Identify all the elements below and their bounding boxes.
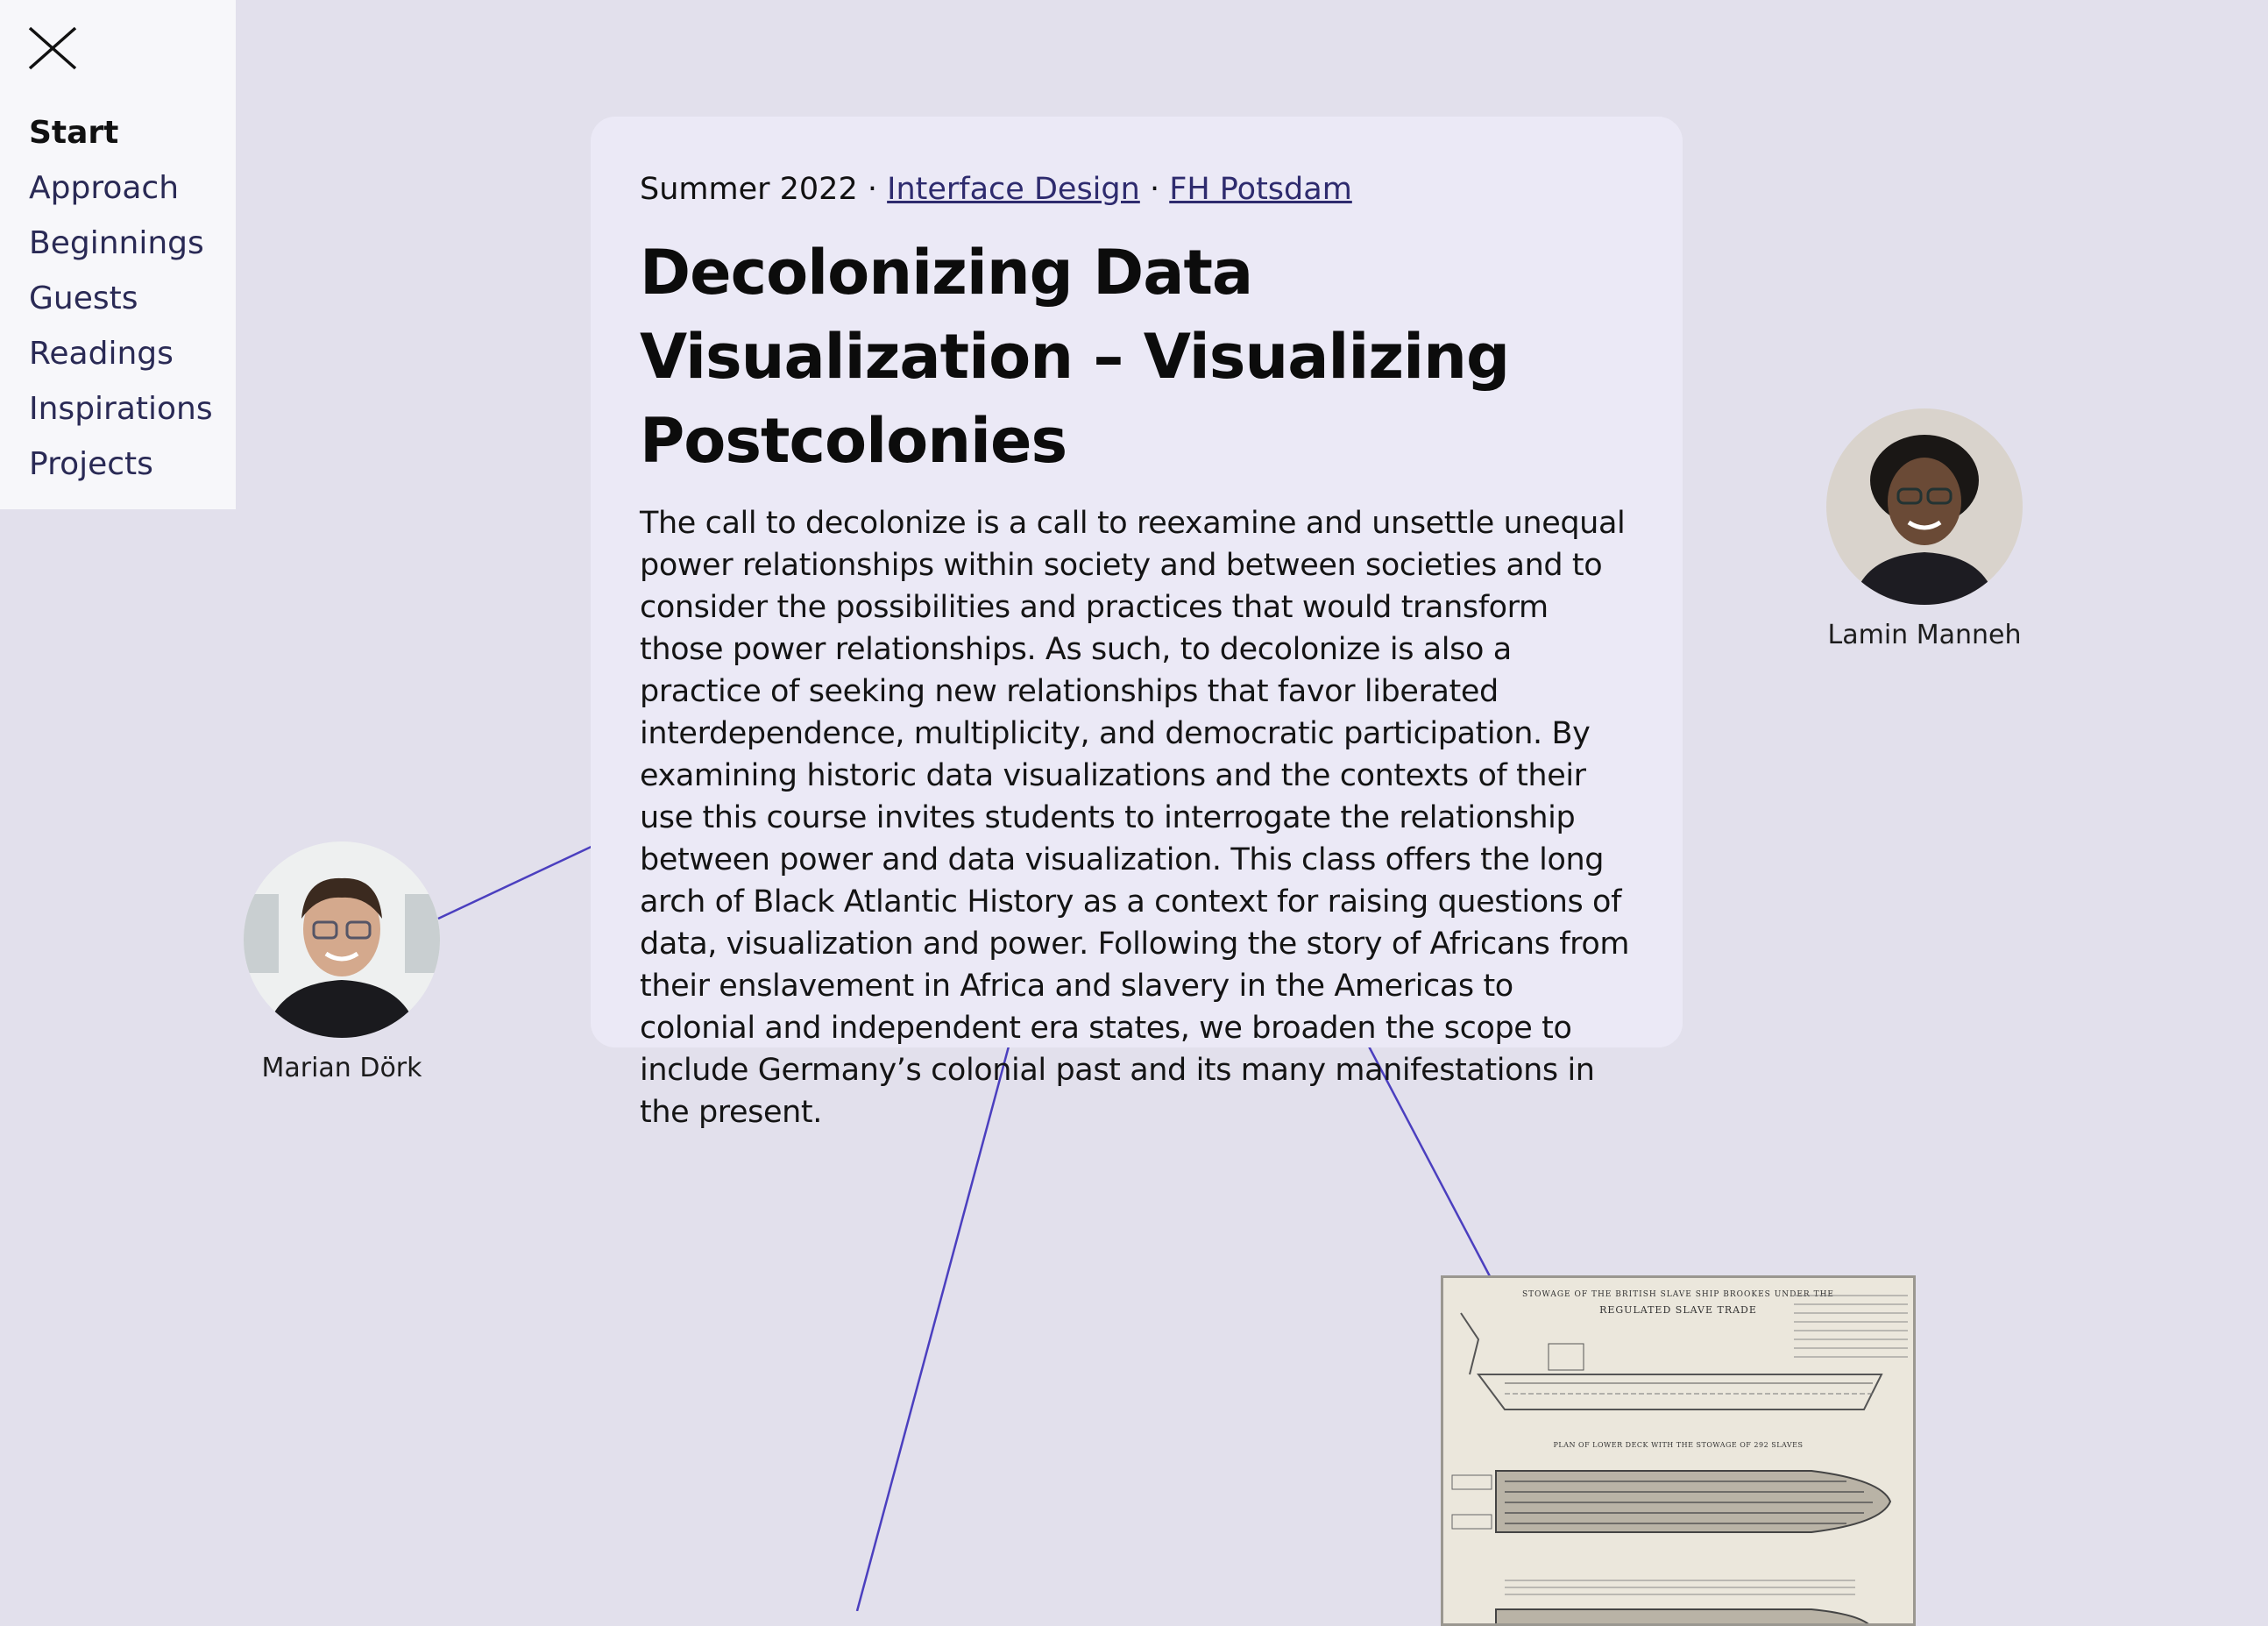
nav-list: Start Approach Beginnings Guests Reading… <box>29 105 213 492</box>
avatar[interactable] <box>244 841 440 1038</box>
avatar[interactable] <box>1826 408 2023 605</box>
nav-item-inspirations[interactable]: Inspirations <box>29 381 213 437</box>
school-link[interactable]: FH Potsdam <box>1169 172 1352 207</box>
page-title: Decolonizing Data Visualization – Visual… <box>640 237 1510 477</box>
meta-separator: · <box>1149 172 1160 207</box>
meta-separator: · <box>867 172 877 207</box>
nav-item-projects[interactable]: Projects <box>29 437 213 492</box>
sidebar-nav: Start Approach Beginnings Guests Reading… <box>0 0 236 509</box>
close-icon[interactable] <box>25 25 81 74</box>
nav-item-guests[interactable]: Guests <box>29 271 213 326</box>
intro-card: Summer 2022 · Interface Design · FH Pots… <box>591 117 1683 1130</box>
slave-ship-brookes-image[interactable]: STOWAGE OF THE BRITISH SLAVE SHIP BROOKE… <box>1441 1275 1916 1626</box>
course-meta: Summer 2022 · Interface Design · FH Pots… <box>640 167 1634 211</box>
nav-item-readings[interactable]: Readings <box>29 326 213 381</box>
person-marian-dork[interactable]: Marian Dörk <box>242 841 442 1087</box>
person-name: Marian Dörk <box>261 1053 422 1083</box>
course-link[interactable]: Interface Design <box>887 172 1140 207</box>
person-lamin-manneh[interactable]: Lamin Manneh <box>1825 408 2024 654</box>
nav-item-beginnings[interactable]: Beginnings <box>29 216 213 271</box>
semester-label: Summer 2022 <box>640 172 858 207</box>
nav-item-approach[interactable]: Approach <box>29 160 213 216</box>
person-name: Lamin Manneh <box>1827 620 2022 650</box>
nav-item-start[interactable]: Start <box>29 105 213 160</box>
course-description: The call to decolonize is a call to reex… <box>640 506 1630 1130</box>
ship-illustration <box>1451 1295 1908 1623</box>
ship-caption: PLAN OF LOWER DECK WITH THE STOWAGE OF 2… <box>1553 1441 1804 1449</box>
